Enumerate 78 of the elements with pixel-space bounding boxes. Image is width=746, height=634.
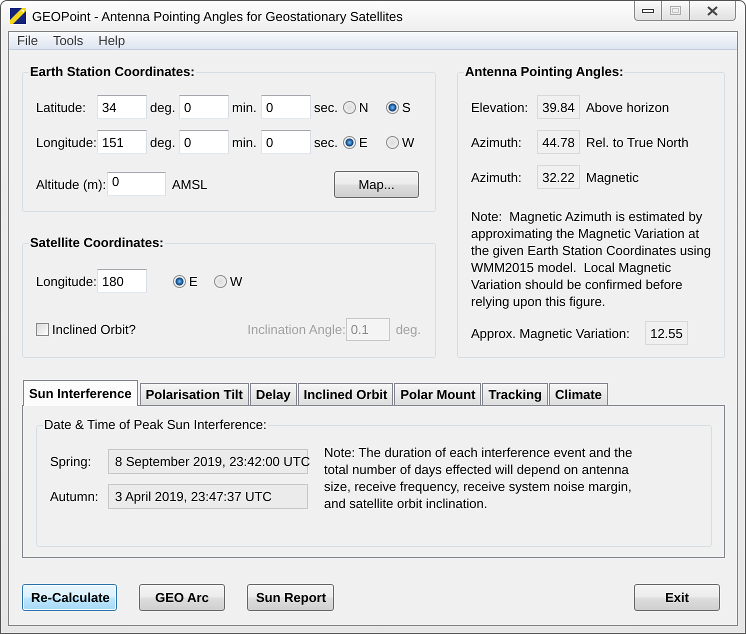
action-button[interactable]: Sun Report bbox=[247, 584, 334, 611]
radio-label: S bbox=[402, 100, 411, 114]
output-field: 44.78 bbox=[537, 130, 580, 154]
output-field: 39.84 bbox=[537, 95, 580, 119]
unit-label: deg. bbox=[149, 100, 176, 114]
checkbox[interactable] bbox=[36, 322, 49, 336]
unit-label: Rel. to True North bbox=[586, 134, 689, 150]
maximize-icon bbox=[670, 6, 681, 15]
note-text: Note: Magnetic Azimuth is estimated by approximating the Magnetic Variation at the given Earth Station Coordinates using WMM2015 model. Local Magnetic Variation should be confirmed before relying upon this figure. bbox=[471, 208, 712, 310]
radio-label: E bbox=[359, 134, 368, 150]
input-field[interactable]: 0 bbox=[179, 130, 229, 154]
field-label: Autumn: bbox=[50, 489, 100, 504]
field-label: Latitude: bbox=[36, 100, 87, 114]
field-label: Azimuth: bbox=[471, 170, 523, 184]
field-label: Elevation: bbox=[471, 100, 530, 114]
action-button[interactable]: GEO Arc bbox=[139, 584, 225, 611]
output-field: 8 September 2019, 23:42:00 UTC bbox=[108, 449, 308, 474]
input-field[interactable]: 0 bbox=[107, 172, 166, 196]
radio-button[interactable] bbox=[343, 136, 356, 148]
note-text: Note: The duration of each interference event and the total number of days effected will depend on antenna size, receive frequency, receive system noise margin, and satellite orbit inclination. bbox=[324, 444, 634, 512]
radio-label: W bbox=[402, 134, 414, 150]
tab[interactable]: Polar Mount bbox=[394, 383, 482, 405]
close-icon bbox=[707, 6, 718, 16]
radio-button[interactable] bbox=[386, 100, 399, 114]
field-label: Longitude: bbox=[36, 274, 97, 288]
close-button[interactable] bbox=[690, 1, 736, 21]
unit-label: min. bbox=[231, 134, 258, 150]
menu-item[interactable]: File bbox=[9, 33, 45, 48]
minimize-button[interactable] bbox=[634, 1, 662, 21]
unit-label: deg. bbox=[396, 322, 421, 336]
output-field: 3 April 2019, 23:47:37 UTC bbox=[108, 484, 308, 509]
input-field[interactable]: 0 bbox=[261, 130, 311, 154]
unit-label: AMSL bbox=[172, 176, 208, 192]
minimize-icon bbox=[642, 8, 654, 12]
app-icon bbox=[10, 8, 26, 24]
checkbox-label: Inclined Orbit? bbox=[52, 322, 136, 336]
unit-label: Above horizon bbox=[586, 100, 670, 114]
field-label: Altitude (m): bbox=[36, 176, 107, 192]
radio-label: E bbox=[189, 274, 198, 288]
input-field[interactable]: 151 bbox=[97, 130, 147, 154]
field-label: Spring: bbox=[50, 454, 92, 469]
tab[interactable]: Delay bbox=[250, 383, 297, 405]
unit-label: sec. bbox=[313, 134, 339, 150]
radio-label: N bbox=[359, 100, 368, 114]
output-field: 32.22 bbox=[537, 165, 580, 189]
field-label: Inclination Angle: bbox=[247, 322, 346, 336]
unit-label: sec. bbox=[313, 100, 339, 114]
menu-item[interactable]: Help bbox=[90, 33, 132, 48]
input-field[interactable]: 180 bbox=[97, 269, 147, 293]
radio-label: W bbox=[230, 274, 242, 288]
window-title: GEOPoint - Antenna Pointing Angles for Geostationary Satellites bbox=[32, 8, 403, 24]
input-field[interactable]: 34 bbox=[97, 95, 147, 119]
map-button[interactable]: Map... bbox=[334, 170, 419, 198]
radio-button[interactable] bbox=[343, 100, 356, 114]
radio-button[interactable] bbox=[214, 274, 227, 288]
unit-label: min. bbox=[231, 100, 258, 114]
tab[interactable]: Inclined Orbit bbox=[298, 383, 394, 405]
radio-button[interactable] bbox=[386, 136, 399, 148]
input-field[interactable]: 0 bbox=[179, 95, 229, 119]
unit-label: Magnetic bbox=[586, 170, 639, 184]
field-label: Azimuth: bbox=[471, 134, 523, 150]
exit-button[interactable]: Exit bbox=[634, 584, 720, 611]
tab[interactable]: Climate bbox=[548, 383, 608, 405]
menu-item[interactable]: Tools bbox=[44, 33, 90, 48]
group-title: Antenna Pointing Angles: bbox=[464, 64, 624, 80]
group-title: Date & Time of Peak Sun Interference: bbox=[43, 417, 268, 433]
tab[interactable]: Tracking bbox=[482, 383, 548, 405]
group-title: Earth Station Coordinates: bbox=[29, 64, 196, 80]
unit-label: deg. bbox=[149, 134, 176, 150]
radio-button[interactable] bbox=[173, 274, 186, 288]
output-field: 12.55 bbox=[645, 321, 688, 345]
tab[interactable]: Polarisation Tilt bbox=[140, 383, 249, 405]
action-button[interactable]: Re-Calculate bbox=[22, 584, 117, 611]
input-field[interactable]: 0 bbox=[261, 95, 311, 119]
group-title: Satellite Coordinates: bbox=[29, 235, 165, 251]
field-label: Longitude: bbox=[36, 134, 97, 150]
tab[interactable]: Sun Interference bbox=[23, 380, 138, 406]
field-label: Approx. Magnetic Variation: bbox=[471, 326, 631, 340]
